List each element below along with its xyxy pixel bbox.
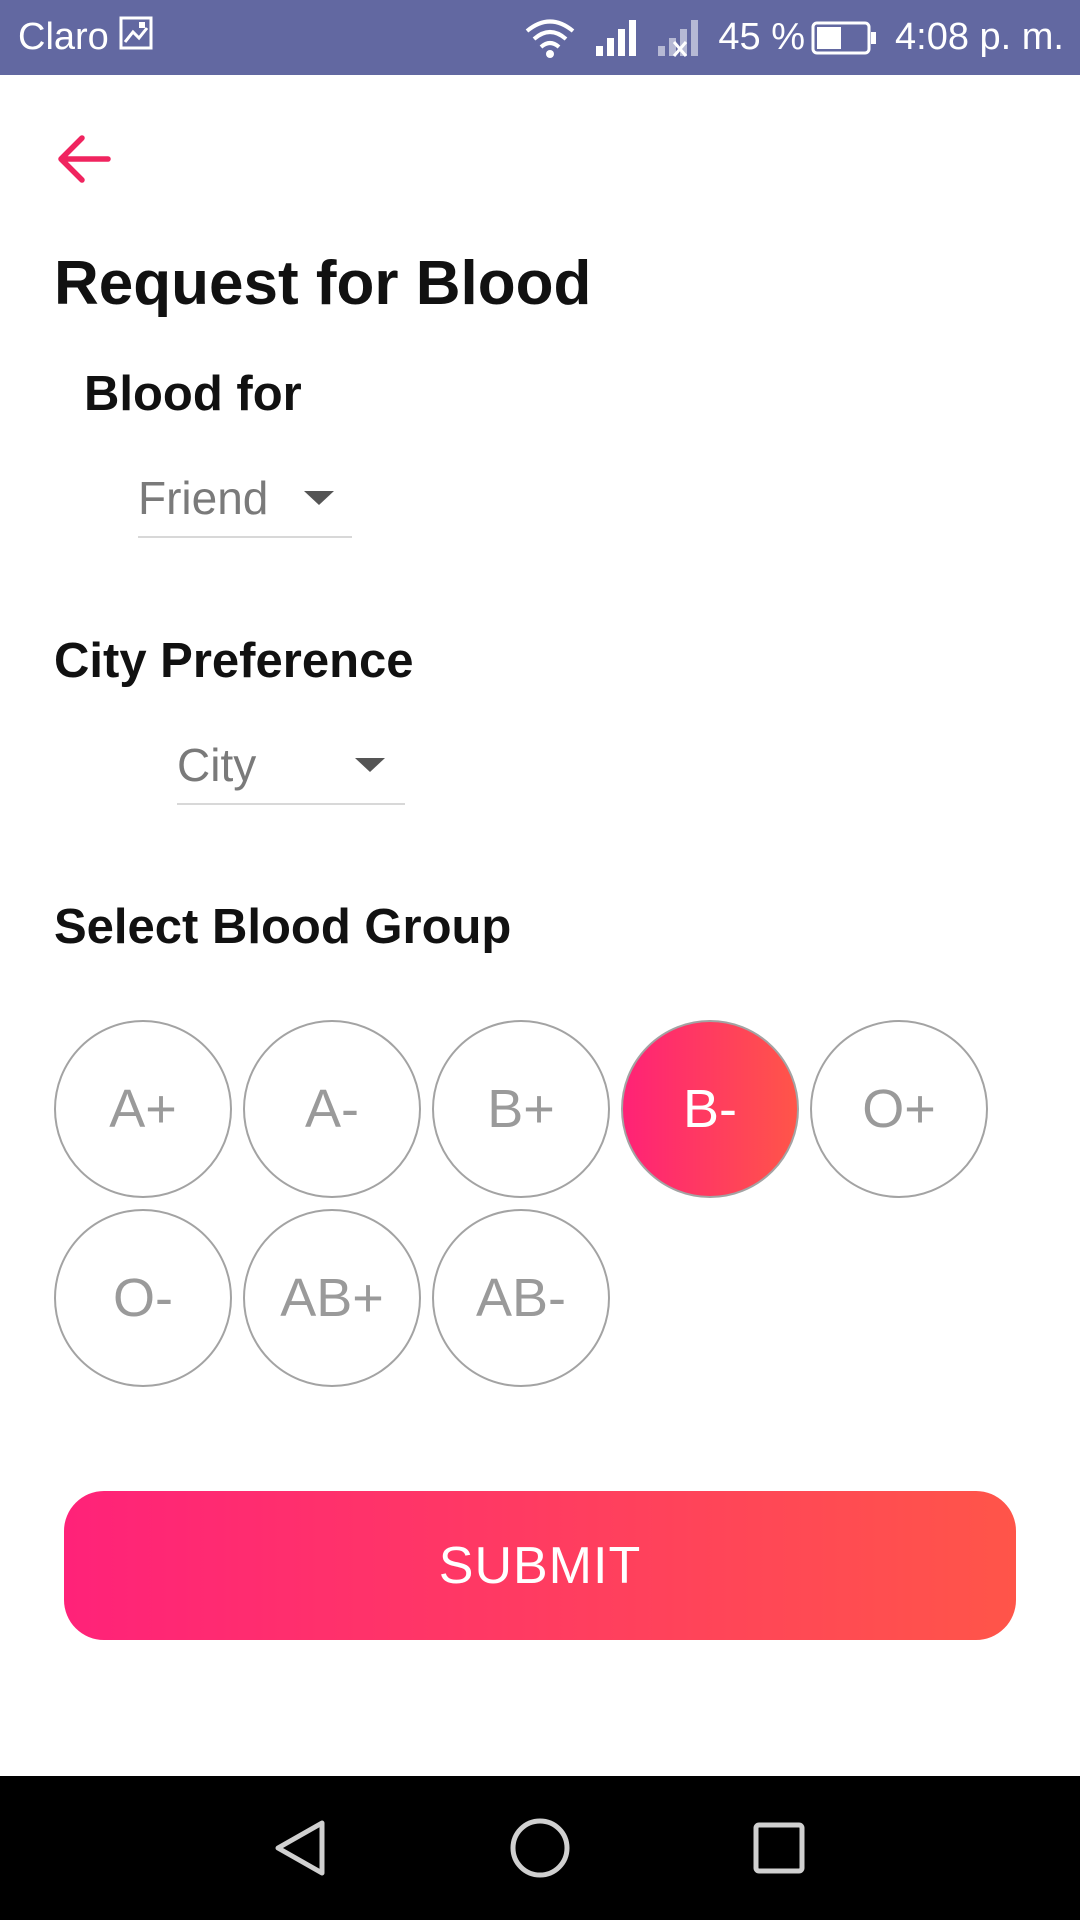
screen: Claro 45 % 4:08 p. m. Request for Blood … <box>0 0 1080 1920</box>
blood-group-option[interactable]: A- <box>243 1020 421 1198</box>
no-signal-icon <box>656 18 700 58</box>
submit-button[interactable]: SUBMIT <box>64 1491 1016 1640</box>
city-dropdown[interactable]: City <box>177 727 405 805</box>
recents-square-icon <box>753 1822 805 1874</box>
nav-back-button[interactable] <box>240 1776 360 1920</box>
home-circle-icon <box>510 1818 570 1878</box>
navigation-bar <box>0 1776 1080 1920</box>
chevron-down-icon <box>304 491 334 505</box>
blood-for-label: Blood for <box>84 367 302 421</box>
blood-group-text: AB+ <box>280 1268 384 1328</box>
image-icon <box>119 16 153 60</box>
blood-group-option[interactable]: O- <box>54 1209 232 1387</box>
blood-group-text: B- <box>683 1079 737 1139</box>
blood-group-option[interactable]: O+ <box>810 1020 988 1198</box>
arrow-left-icon <box>58 135 111 183</box>
nav-home-button[interactable] <box>480 1776 600 1920</box>
blood-group-option[interactable]: AB+ <box>243 1209 421 1387</box>
carrier-name: Claro <box>18 16 109 58</box>
clock: 4:08 p. m. <box>895 16 1064 58</box>
blood-group-label: Select Blood Group <box>54 900 512 954</box>
blood-group-option[interactable]: A+ <box>54 1020 232 1198</box>
blood-for-dropdown[interactable]: Friend <box>138 460 352 538</box>
blood-group-text: A- <box>305 1079 359 1139</box>
blood-group-text: O+ <box>862 1079 936 1139</box>
signal-icon <box>594 18 638 58</box>
city-preference-label: City Preference <box>54 634 414 688</box>
blood-group-option-selected[interactable]: B- <box>621 1020 799 1198</box>
blood-group-text: O- <box>113 1268 173 1328</box>
battery-text: 45 % <box>718 16 806 58</box>
blood-group-option[interactable]: AB- <box>432 1209 610 1387</box>
back-button[interactable] <box>52 132 116 186</box>
status-bar: Claro 45 % 4:08 p. m. <box>0 0 1080 75</box>
battery-icon <box>811 21 877 55</box>
blood-group-text: AB- <box>475 1268 567 1328</box>
chevron-down-icon <box>355 758 385 772</box>
wifi-icon <box>524 18 576 58</box>
blood-group-text: B+ <box>487 1079 555 1139</box>
page-title: Request for Blood <box>54 249 592 318</box>
blood-for-value: Friend <box>138 472 269 524</box>
city-value: City <box>177 739 257 791</box>
blood-group-text: A+ <box>109 1079 177 1139</box>
back-triangle-icon <box>275 1820 325 1876</box>
blood-group-option[interactable]: B+ <box>432 1020 610 1198</box>
nav-recents-button[interactable] <box>719 1776 839 1920</box>
